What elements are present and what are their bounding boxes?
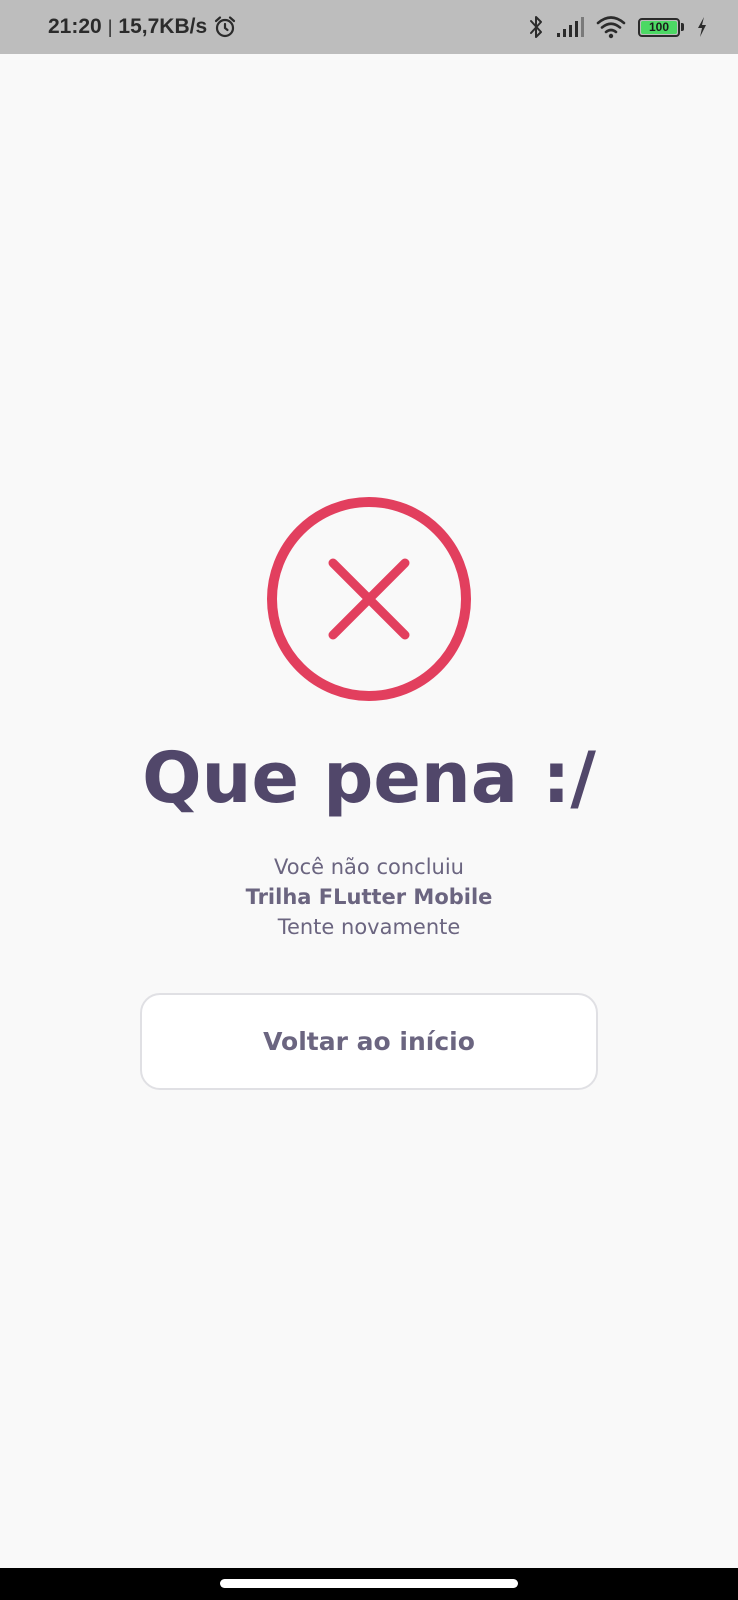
track-name: Trilha FLutter Mobile bbox=[245, 885, 493, 909]
navigation-bar bbox=[0, 1568, 738, 1600]
status-bar-left: 21:20 | 15,7KB/s bbox=[48, 0, 237, 54]
back-to-start-button[interactable]: Voltar ao início bbox=[140, 993, 598, 1090]
bluetooth-icon bbox=[530, 16, 542, 38]
wifi-icon bbox=[596, 16, 626, 39]
status-bar-right: 100 bbox=[528, 0, 708, 54]
result-line-3: Tente novamente bbox=[277, 915, 461, 939]
result-message: Você não concluiu Trilha FLutter Mobile … bbox=[0, 852, 738, 942]
charging-icon bbox=[698, 17, 706, 37]
signal-icon bbox=[557, 17, 584, 37]
result-line-1: Você não concluiu bbox=[274, 855, 464, 879]
battery-level: 100 bbox=[641, 20, 677, 34]
error-circle-x-icon bbox=[267, 497, 471, 701]
status-separator: | bbox=[107, 16, 113, 37]
network-speed: 15,7KB/s bbox=[118, 15, 208, 38]
battery-body: 100 bbox=[638, 17, 680, 37]
battery-tip bbox=[681, 23, 684, 31]
battery-icon: 100 bbox=[638, 17, 684, 37]
alarm-icon bbox=[215, 16, 236, 38]
status-time: 21:20 bbox=[48, 15, 102, 38]
home-indicator[interactable] bbox=[220, 1579, 518, 1588]
status-bar: 21:20 | 15,7KB/s 100 bbox=[0, 0, 738, 54]
result-title: Que pena :/ bbox=[142, 737, 596, 819]
